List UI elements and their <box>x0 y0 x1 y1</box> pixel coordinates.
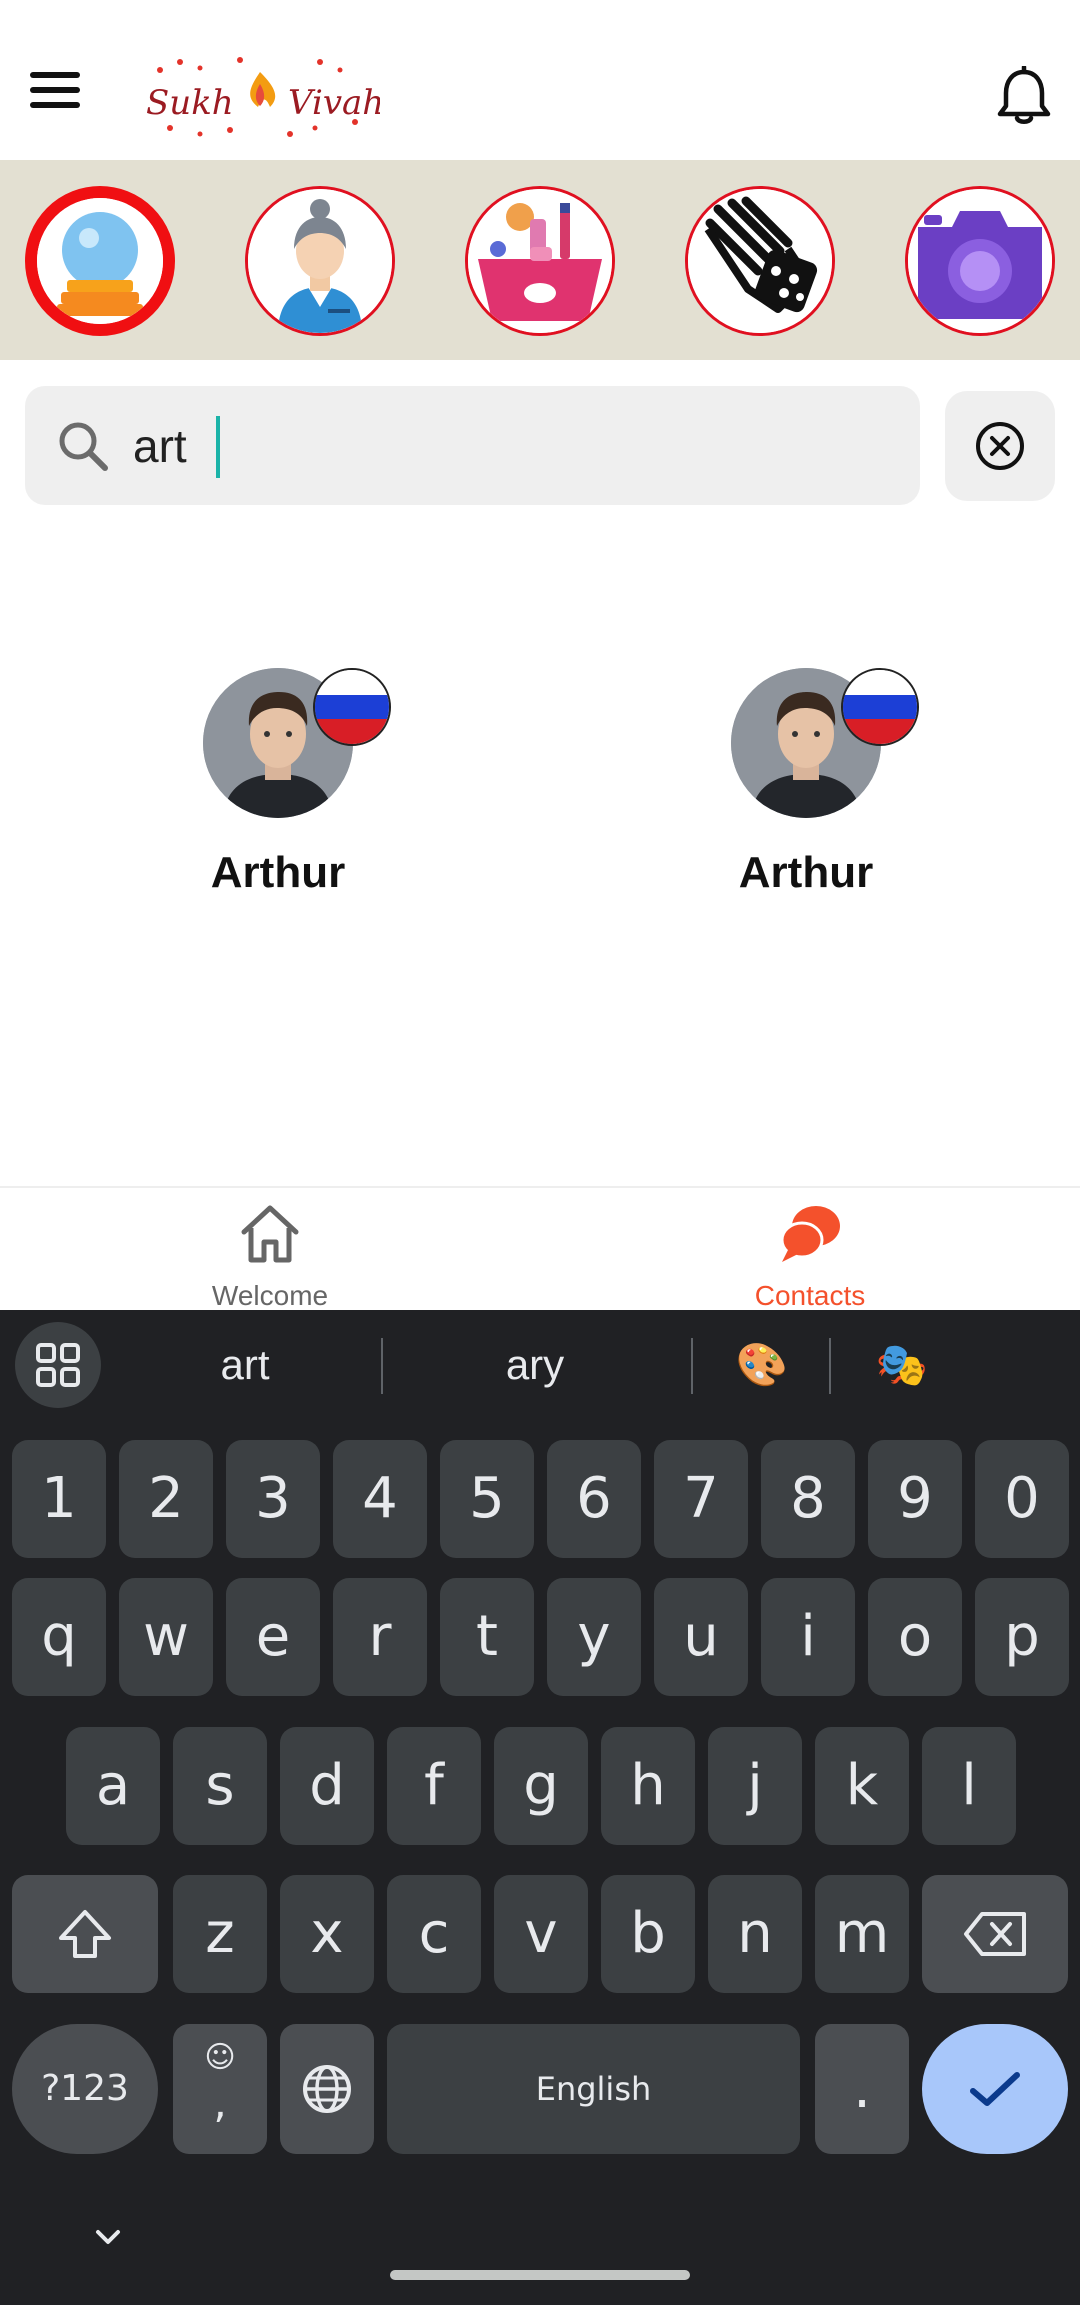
shift-key[interactable] <box>12 1875 158 1993</box>
svg-text:Sukh: Sukh <box>146 83 234 123</box>
key-k[interactable]: k <box>815 1727 909 1845</box>
key-w[interactable]: w <box>119 1578 213 1696</box>
key-h[interactable]: h <box>601 1727 695 1845</box>
backspace-key[interactable] <box>922 1875 1068 1993</box>
enter-key[interactable] <box>922 2024 1068 2154</box>
dice-hand-icon[interactable] <box>685 186 835 336</box>
suggestion-2[interactable]: ary <box>400 1324 670 1406</box>
key-n[interactable]: n <box>708 1875 802 1993</box>
key-b[interactable]: b <box>601 1875 695 1993</box>
suggestion-divider <box>381 1338 383 1394</box>
key-y[interactable]: y <box>547 1578 641 1696</box>
key-9[interactable]: 9 <box>868 1440 962 1558</box>
space-bar[interactable]: English <box>387 2024 800 2154</box>
contact-card[interactable]: Arthur <box>168 668 391 908</box>
key-r[interactable]: r <box>333 1578 427 1696</box>
key-1[interactable]: 1 <box>12 1440 106 1558</box>
woman-profile-icon[interactable] <box>245 186 395 336</box>
backspace-icon <box>964 1912 1026 1956</box>
key-8[interactable]: 8 <box>761 1440 855 1558</box>
key-0[interactable]: 0 <box>975 1440 1069 1558</box>
crystal-ball-icon[interactable] <box>25 186 175 336</box>
key-6[interactable]: 6 <box>547 1440 641 1558</box>
nav-welcome[interactable]: Welcome <box>120 1188 420 1312</box>
key-4[interactable]: 4 <box>333 1440 427 1558</box>
key-v[interactable]: v <box>494 1875 588 1993</box>
comma-label: , <box>213 2078 227 2127</box>
chevron-down-icon[interactable] <box>88 2224 128 2254</box>
key-g[interactable]: g <box>494 1727 588 1845</box>
notification-bell-icon[interactable] <box>996 64 1052 126</box>
key-z[interactable]: z <box>173 1875 267 1993</box>
gesture-home-indicator[interactable] <box>390 2270 690 2280</box>
hamburger-menu-icon[interactable] <box>30 72 80 116</box>
key-3[interactable]: 3 <box>226 1440 320 1558</box>
nav-welcome-label: Welcome <box>211 1280 329 1311</box>
key-f[interactable]: f <box>387 1727 481 1845</box>
key-p[interactable]: p <box>975 1578 1069 1696</box>
bottom-navigation: Welcome Contacts <box>0 1186 1080 1312</box>
key-o[interactable]: o <box>868 1578 962 1696</box>
home-icon <box>238 1202 302 1266</box>
search-icon <box>55 418 111 474</box>
russia-flag-icon <box>841 668 919 746</box>
soft-keyboard: art ary 🎨 🎭 1 2 3 4 5 6 7 8 9 0 q w e r … <box>0 1310 1080 2305</box>
key-u[interactable]: u <box>654 1578 748 1696</box>
key-7[interactable]: 7 <box>654 1440 748 1558</box>
language-key[interactable] <box>280 2024 374 2154</box>
suggestion-1[interactable]: art <box>110 1324 380 1406</box>
shift-arrow-icon <box>59 1910 111 1958</box>
key-e[interactable]: e <box>226 1578 320 1696</box>
globe-icon <box>303 2065 351 2113</box>
checkmark-icon <box>970 2072 1020 2106</box>
camera-icon[interactable] <box>905 186 1055 336</box>
key-q[interactable]: q <box>12 1578 106 1696</box>
contact-name: Arthur <box>738 848 874 897</box>
key-d[interactable]: d <box>280 1727 374 1845</box>
key-i[interactable]: i <box>761 1578 855 1696</box>
smiley-icon: ☺ <box>204 2040 236 2075</box>
suggestion-palette-emoji[interactable]: 🎨 <box>700 1324 824 1406</box>
key-t[interactable]: t <box>440 1578 534 1696</box>
period-key[interactable]: . <box>815 2024 909 2154</box>
russia-flag-icon <box>313 668 391 746</box>
svg-text:Vivah: Vivah <box>288 83 380 123</box>
category-strip <box>0 160 1080 360</box>
nav-contacts-label: Contacts <box>754 1280 866 1311</box>
suggestion-divider <box>829 1338 831 1394</box>
key-x[interactable]: x <box>280 1875 374 1993</box>
suggestion-masks-emoji[interactable]: 🎭 <box>840 1324 964 1406</box>
search-input[interactable] <box>133 408 873 484</box>
emoji-comma-key[interactable]: ☺ , <box>173 2024 267 2154</box>
app-header: Sukh Vivah <box>0 0 1080 160</box>
contact-card[interactable]: Arthur <box>696 668 919 908</box>
key-l[interactable]: l <box>922 1727 1016 1845</box>
key-2[interactable]: 2 <box>119 1440 213 1558</box>
key-c[interactable]: c <box>387 1875 481 1993</box>
keyboard-apps-grid-icon[interactable] <box>15 1322 101 1408</box>
chat-bubbles-icon <box>778 1202 842 1266</box>
app-logo: Sukh Vivah <box>140 52 384 144</box>
nav-contacts[interactable]: Contacts <box>660 1188 960 1312</box>
symbols-key[interactable]: ?123 <box>12 2024 158 2154</box>
key-a[interactable]: a <box>66 1727 160 1845</box>
close-circle-icon <box>976 422 1024 470</box>
text-cursor <box>216 416 220 478</box>
clear-search-button[interactable] <box>945 391 1055 501</box>
contact-name: Arthur <box>210 848 346 897</box>
search-bar <box>25 386 920 505</box>
suggestion-divider <box>691 1338 693 1394</box>
cosmetics-icon[interactable] <box>465 186 615 336</box>
key-5[interactable]: 5 <box>440 1440 534 1558</box>
key-s[interactable]: s <box>173 1727 267 1845</box>
key-j[interactable]: j <box>708 1727 802 1845</box>
key-m[interactable]: m <box>815 1875 909 1993</box>
